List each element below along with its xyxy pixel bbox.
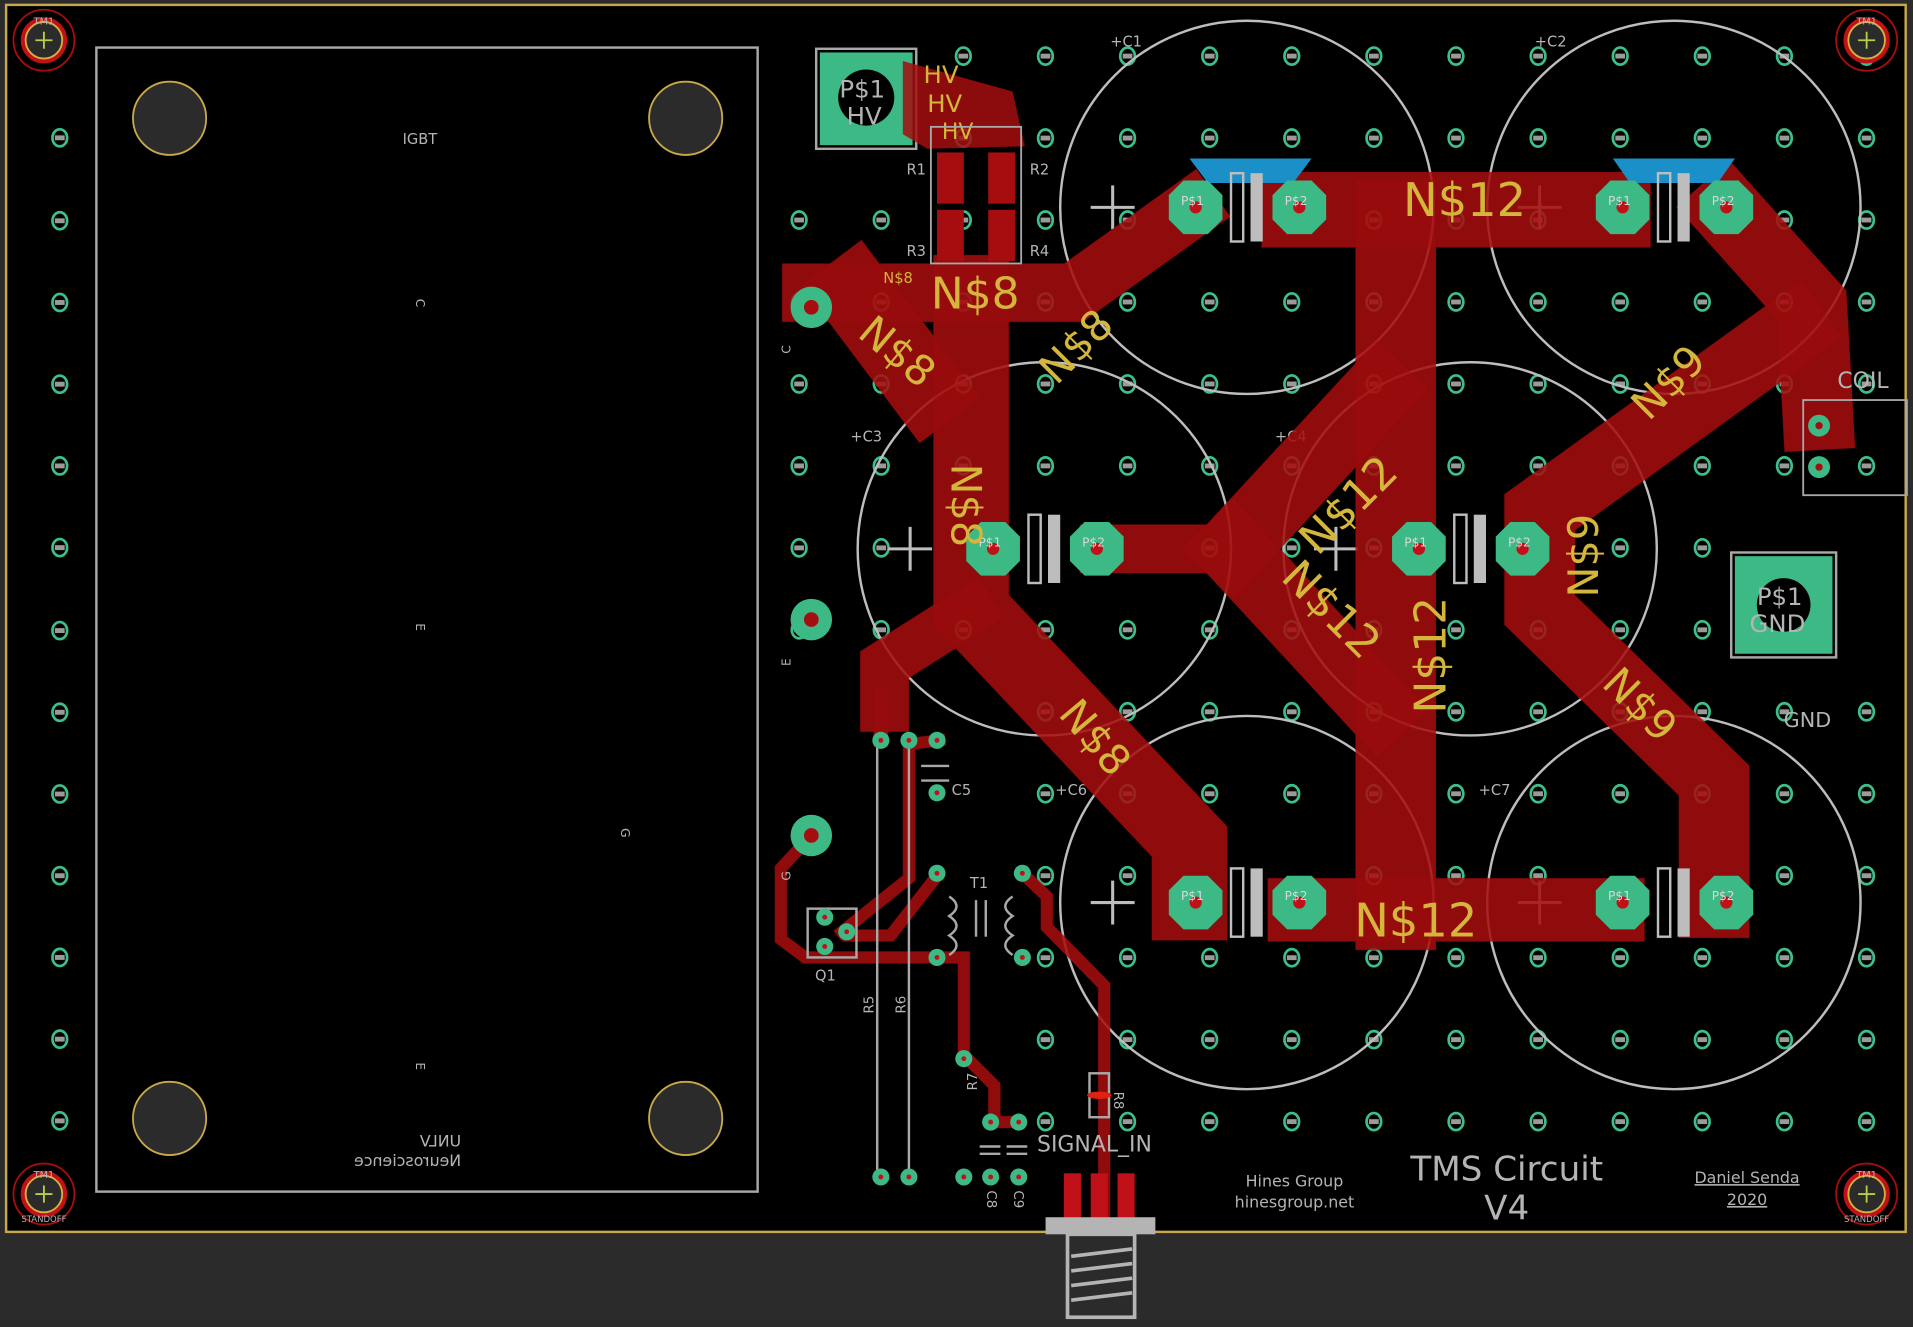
pad-label: P$1 (1181, 194, 1204, 208)
net-label-n12: N$12 (1354, 894, 1477, 948)
mounting-hole (648, 80, 724, 156)
pad-label: P$2 (1712, 889, 1735, 903)
gnd-pad-label: P$1 (1757, 582, 1803, 611)
pad-label: P$2 (1508, 535, 1531, 549)
net-label-n12: N$12 (1406, 597, 1457, 714)
mounting-hole (132, 80, 208, 156)
label-r7: R7 (966, 1073, 981, 1091)
net-label-n8: N$8 (931, 269, 1020, 320)
standoff-type: STANDOFF (21, 1215, 66, 1225)
label-q1: Q1 (815, 968, 836, 985)
label-t1: T1 (969, 875, 988, 892)
signal-in-label: SIGNAL_IN (1037, 1132, 1152, 1157)
pcb-board-view[interactable]: IGBT C E E G UNLV Neuroscience +C1 +C2 +C3… (0, 0, 1913, 1327)
logo-line-1: UNLV (420, 1131, 462, 1150)
standoff-label: TM1 (1855, 1170, 1877, 1181)
hv-pad-label: P$1 (839, 75, 885, 104)
igbt-pin-e2: E (413, 1062, 427, 1070)
label-c5: C5 (952, 782, 972, 799)
author-year: 2020 (1727, 1190, 1767, 1209)
igbt-pin-c: C (413, 299, 427, 308)
board-version: V4 (1484, 1189, 1529, 1229)
mounting-hole (132, 1080, 208, 1156)
hv-net-label-3: HV (942, 120, 974, 145)
net-label-n9: N$9 (1560, 514, 1608, 598)
standoff-tm1[interactable]: TM1 (1835, 8, 1899, 72)
label-r2: R2 (1030, 161, 1049, 178)
hv-net-label: HV (924, 60, 959, 89)
board-title: TMS Circuit (1409, 1150, 1603, 1190)
label-c8: C8 (983, 1190, 998, 1208)
cap-label: +C6 (1055, 782, 1087, 799)
label-r6: R6 (894, 996, 909, 1014)
pad-label: P$1 (1404, 535, 1427, 549)
cap-label: +C2 (1535, 33, 1567, 50)
coil-label: COIL (1837, 369, 1889, 394)
pad-label: P$2 (1712, 194, 1735, 208)
pad-label: P$1 (1608, 194, 1631, 208)
net-label-n8: N$8 (942, 463, 990, 547)
pin-c-label: C (780, 345, 794, 354)
pin-g-label: G (780, 871, 794, 880)
group-name: Hines Group (1246, 1172, 1344, 1191)
igbt-pin-e: E (413, 623, 427, 631)
igbt-pin-g: G (618, 828, 632, 837)
label-r5: R5 (863, 996, 878, 1014)
cap-label: +C7 (1479, 782, 1511, 799)
label-r4: R4 (1030, 243, 1049, 260)
group-website: hinesgroup.net (1235, 1192, 1355, 1211)
standoff-type: STANDOFF (1844, 1215, 1889, 1225)
gnd-name-label: GND (1750, 609, 1806, 638)
label-r1: R1 (906, 161, 925, 178)
hv-net-label-2: HV (927, 89, 962, 118)
author-name: Daniel Senda (1694, 1168, 1799, 1187)
net-label-n12: N$12 (1403, 173, 1526, 227)
net-label-n8-small: N$8 (883, 270, 913, 287)
standoff-tm1[interactable]: TM1 STANDOFF (1835, 1162, 1899, 1226)
standoff-label: TM1 (33, 16, 55, 27)
cap-label: +C1 (1110, 33, 1142, 50)
label-r3: R3 (906, 243, 925, 260)
mounting-hole (648, 1080, 724, 1156)
logo-line-2: Neuroscience (354, 1151, 461, 1170)
resistor-r10 (1612, 158, 1735, 183)
label-c9: C9 (1010, 1190, 1025, 1208)
pad-label: P$1 (1181, 889, 1204, 903)
pad-label: P$2 (1082, 535, 1105, 549)
standoff-tm1[interactable]: TM1 STANDOFF (12, 1162, 76, 1226)
standoff-label: TM1 (1855, 16, 1877, 27)
pin-e-label: E (780, 658, 794, 666)
standoff-label: TM1 (33, 1170, 55, 1181)
hv-name-label: HV (847, 101, 882, 130)
label-r8: R8 (1110, 1092, 1125, 1110)
pad-label: P$2 (1285, 889, 1308, 903)
cap-label: +C3 (850, 429, 882, 446)
standoff-tm1[interactable]: TM1 (12, 8, 76, 72)
pad-label: P$1 (1608, 889, 1631, 903)
pad-label: P$2 (1285, 194, 1308, 208)
gnd-silk-label: GND (1784, 708, 1832, 732)
igbt-label: IGBT (403, 131, 438, 148)
